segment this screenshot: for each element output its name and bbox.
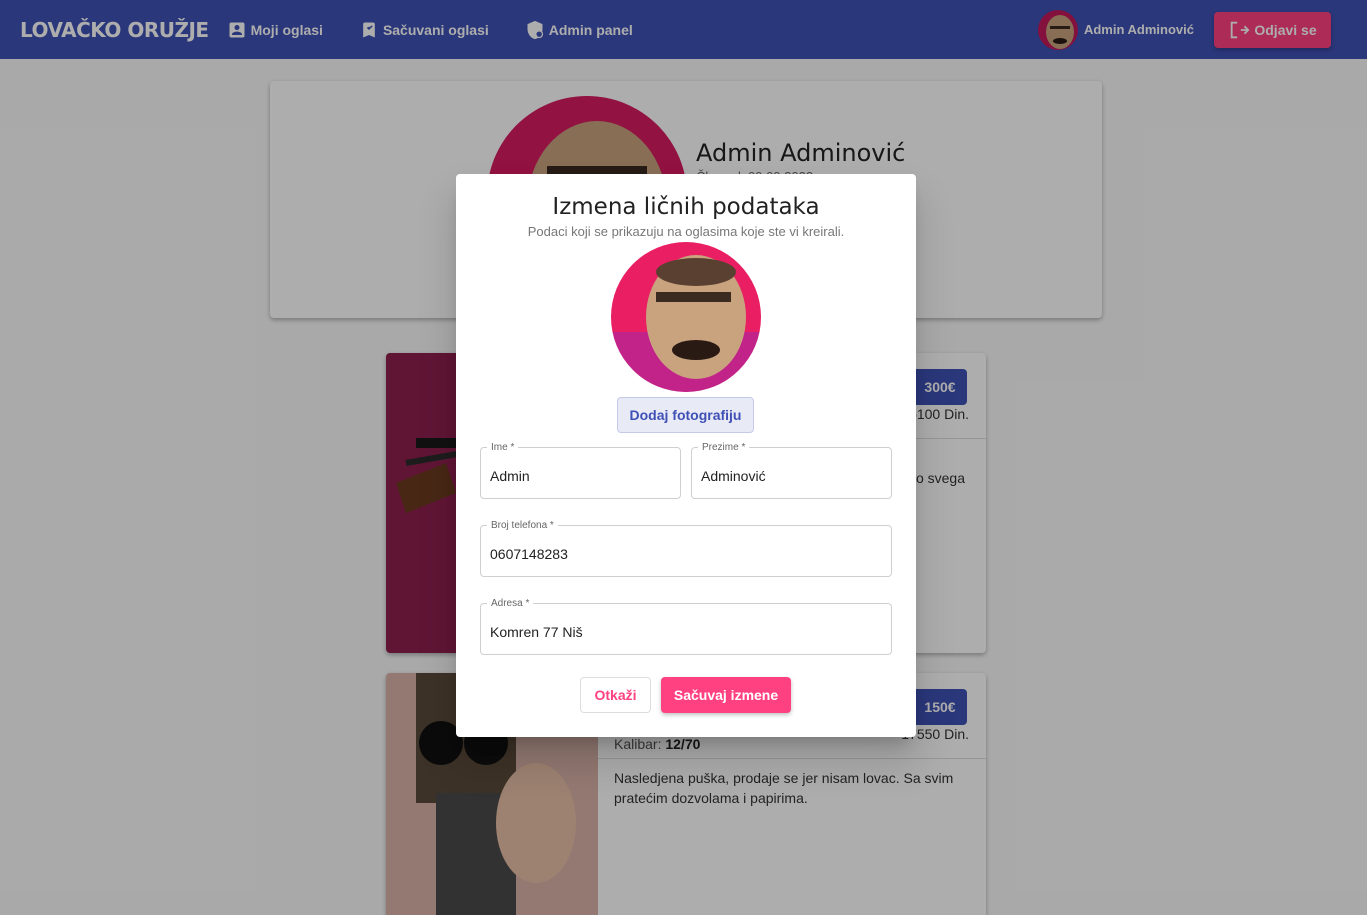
last-name-label: Prezime * bbox=[698, 442, 750, 453]
dialog-subtitle: Podaci koji se prikazuju na oglasima koj… bbox=[527, 224, 845, 239]
first-name-input[interactable] bbox=[490, 468, 671, 484]
phone-label: Broj telefona * bbox=[487, 520, 558, 531]
address-label: Adresa * bbox=[487, 598, 534, 609]
dialog-profile-photo bbox=[611, 242, 761, 392]
first-name-label: Ime * bbox=[487, 442, 519, 453]
first-name-field[interactable]: Ime * bbox=[480, 442, 681, 499]
phone-input[interactable] bbox=[490, 546, 882, 562]
address-field[interactable]: Adresa * bbox=[480, 598, 892, 655]
dialog-title: Izmena ličnih podataka bbox=[552, 194, 820, 220]
edit-profile-dialog: Izmena ličnih podataka Podaci koji se pr… bbox=[456, 174, 916, 737]
phone-field[interactable]: Broj telefona * bbox=[480, 520, 892, 577]
cancel-button[interactable]: Otkaži bbox=[580, 677, 651, 713]
address-input[interactable] bbox=[490, 624, 882, 640]
add-photo-button[interactable]: Dodaj fotografiju bbox=[617, 397, 754, 433]
save-button[interactable]: Sačuvaj izmene bbox=[661, 677, 791, 713]
last-name-input[interactable] bbox=[701, 468, 882, 484]
last-name-field[interactable]: Prezime * bbox=[691, 442, 892, 499]
